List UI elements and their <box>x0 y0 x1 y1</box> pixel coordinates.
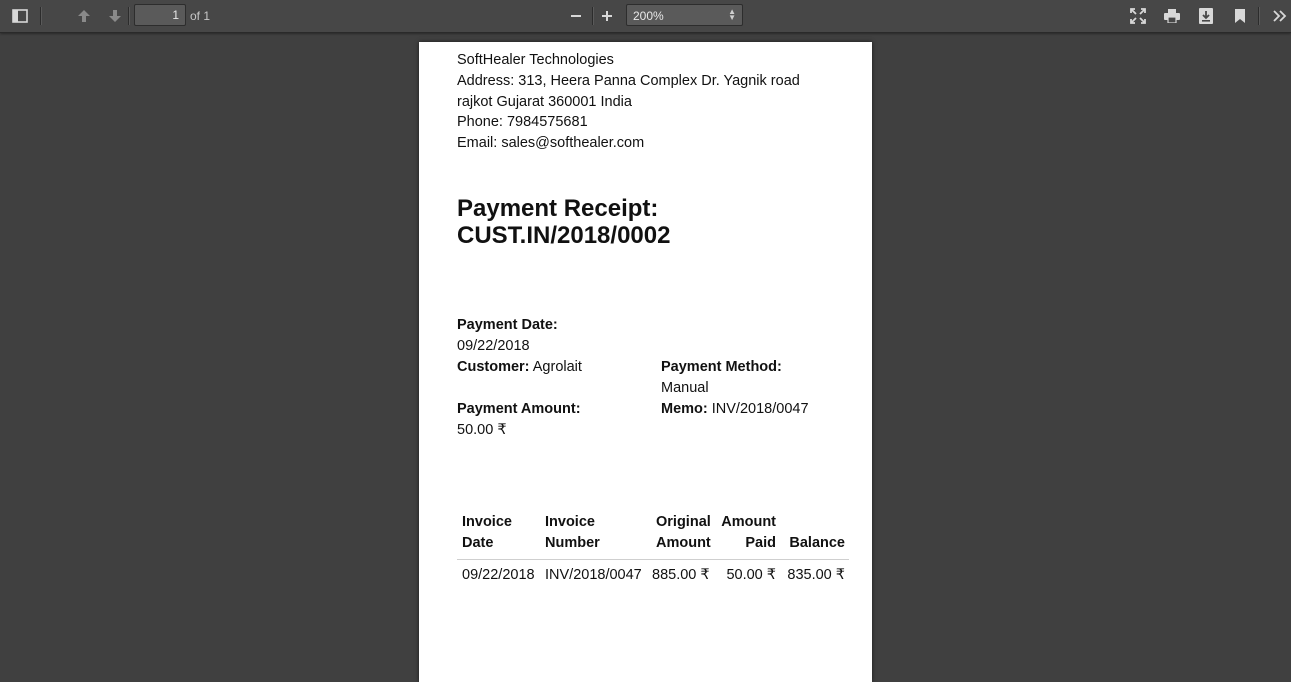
print-icon[interactable] <box>1160 4 1184 28</box>
column-header-invoice-number: Invoice Number <box>545 514 600 551</box>
payment-method-field: Payment Method: Manual <box>661 357 782 399</box>
pdf-page: SoftHealer Technologies Address: 313, He… <box>419 42 872 682</box>
toolbar-separator <box>128 7 129 25</box>
zoom-in-icon[interactable] <box>595 4 619 28</box>
company-phone: Phone: 7984575681 <box>457 114 588 131</box>
tools-menu-icon[interactable] <box>1268 4 1291 28</box>
company-address-line2: rajkot Gujarat 360001 India <box>457 93 632 110</box>
page-number-input[interactable]: 1 <box>134 4 186 26</box>
company-email: Email: sales@softhealer.com <box>457 135 645 152</box>
memo-label: Memo: <box>661 401 708 417</box>
cell-invoice-date: 09/22/2018 <box>462 567 535 583</box>
payment-amount-field: Payment Amount: 50.00 ₹ <box>457 399 581 441</box>
payment-amount-value: 50.00 ₹ <box>457 422 507 438</box>
column-header-amount-paid: Amount Paid <box>721 514 776 551</box>
column-header-original-amount: Original Amount <box>656 514 711 551</box>
customer-label: Customer: <box>457 359 530 375</box>
receipt-number: CUST.IN/2018/0002 <box>457 222 671 249</box>
payment-date-field: Payment Date: 09/22/2018 <box>457 315 558 357</box>
next-page-icon[interactable] <box>103 4 127 28</box>
customer-value: Agrolait <box>532 359 582 375</box>
payment-method-label: Payment Method: <box>661 359 782 375</box>
cell-amount-paid: 50.00 ₹ <box>726 567 776 583</box>
company-address-block: SoftHealer Technologies Address: 313, He… <box>457 50 800 154</box>
pdf-toolbar: 1 of 1 200% ▲ ▼ <box>0 0 1291 33</box>
receipt-title-label: Payment Receipt: <box>457 195 659 222</box>
column-header-invoice-date: Invoice Date <box>462 514 512 551</box>
cell-balance: 835.00 ₹ <box>787 567 845 583</box>
memo-field: Memo: INV/2018/0047 <box>661 399 809 420</box>
download-icon[interactable] <box>1194 4 1218 28</box>
payment-date-value: 09/22/2018 <box>457 338 530 354</box>
company-name: SoftHealer Technologies <box>457 52 614 68</box>
bookmark-icon[interactable] <box>1228 4 1252 28</box>
toolbar-separator <box>1258 7 1259 25</box>
cell-original-amount: 885.00 ₹ <box>652 567 710 583</box>
company-address-line1: Address: 313, Heera Panna Complex Dr. Ya… <box>457 72 800 89</box>
page-count-label: of 1 <box>190 9 211 23</box>
zoom-out-icon[interactable] <box>564 4 588 28</box>
customer-field: Customer: Agrolait <box>457 357 582 378</box>
column-header-balance: Balance <box>789 535 845 551</box>
sidebar-toggle-icon[interactable] <box>8 4 32 28</box>
zoom-select[interactable]: 200% ▲ ▼ <box>626 4 743 26</box>
toolbar-separator <box>40 7 41 25</box>
previous-page-icon[interactable] <box>72 4 96 28</box>
payment-amount-label: Payment Amount: <box>457 401 581 417</box>
chevron-updown-icon: ▲ ▼ <box>728 7 736 22</box>
memo-value: INV/2018/0047 <box>711 401 809 417</box>
cell-invoice-number: INV/2018/0047 <box>545 567 642 583</box>
toolbar-separator <box>592 7 593 25</box>
table-header-divider <box>457 559 849 560</box>
payment-date-label: Payment Date: <box>457 317 558 333</box>
zoom-value: 200% <box>633 9 664 23</box>
receipt-title: Payment Receipt: CUST.IN/2018/0002 <box>457 195 670 249</box>
presentation-mode-icon[interactable] <box>1126 4 1150 28</box>
payment-method-value: Manual <box>661 380 709 396</box>
